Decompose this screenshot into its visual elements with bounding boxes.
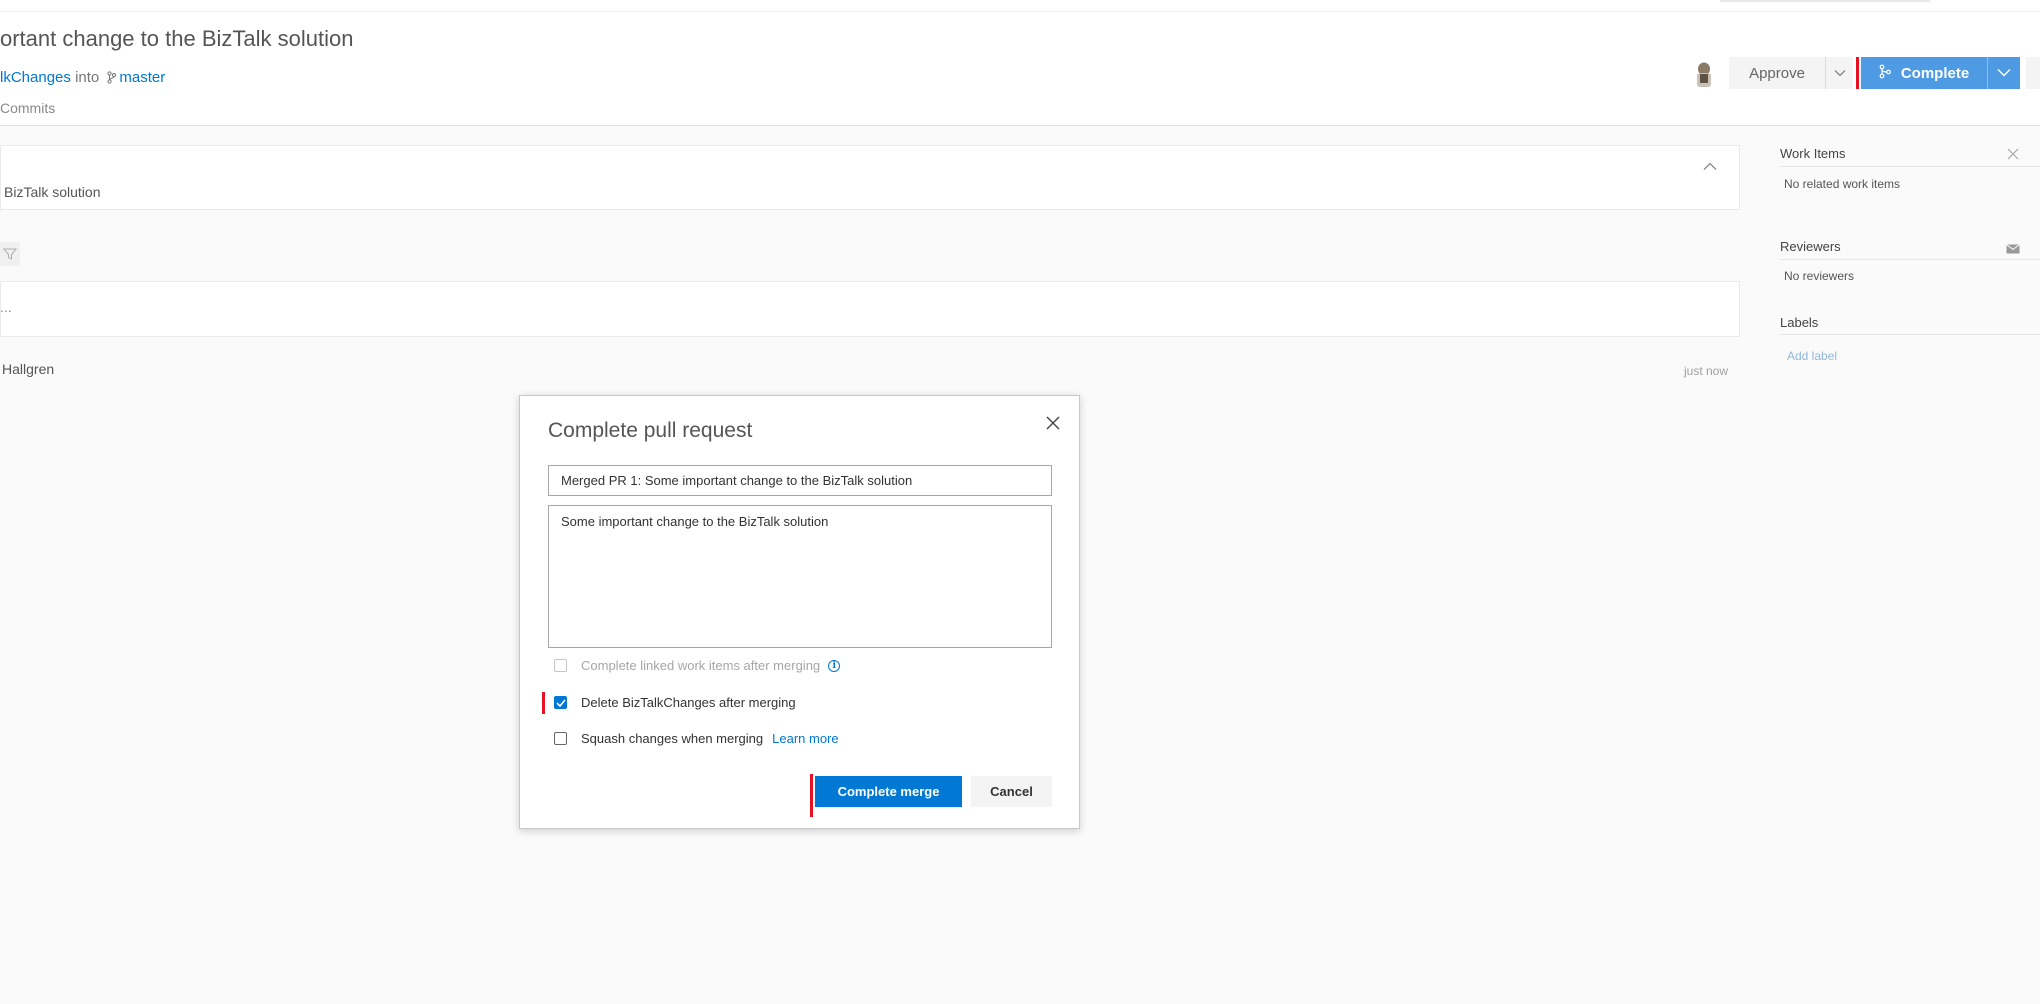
branch-icon xyxy=(107,71,117,88)
delete-branch-checkbox[interactable] xyxy=(554,696,567,709)
highlight-marker xyxy=(810,774,813,817)
delete-branch-label: Delete BizTalkChanges after merging xyxy=(581,695,796,710)
into-label: into xyxy=(75,69,100,86)
reviewers-empty: No reviewers xyxy=(1784,269,1855,283)
chevron-down-icon xyxy=(1997,64,2011,82)
complete-dropdown-button[interactable] xyxy=(1987,57,2020,89)
checkmark-icon xyxy=(555,698,566,707)
squash-option: Squash changes when merging Learn more xyxy=(554,731,839,746)
close-button[interactable] xyxy=(1043,415,1063,435)
squash-checkbox[interactable] xyxy=(554,732,567,745)
merge-title-input[interactable]: Merged PR 1: Some important change to th… xyxy=(548,465,1052,496)
top-divider xyxy=(0,11,2040,12)
close-icon xyxy=(1046,416,1060,435)
source-branch-link[interactable]: lkChanges xyxy=(0,69,71,86)
approve-dropdown-button[interactable] xyxy=(1825,57,1853,89)
target-branch-link[interactable]: master xyxy=(119,69,165,86)
highlight-marker xyxy=(1856,57,1859,89)
comment-placeholder: ... xyxy=(0,299,12,315)
comment-timestamp: just now xyxy=(1684,364,1729,378)
complete-button[interactable]: Complete xyxy=(1861,57,1987,89)
labels-heading: Labels xyxy=(1780,315,1819,330)
squash-label: Squash changes when merging xyxy=(581,731,764,746)
labels-divider xyxy=(1780,334,2040,335)
reviewers-divider xyxy=(1780,259,2040,260)
top-toolbar-edge xyxy=(1720,0,1930,2)
close-icon[interactable] xyxy=(2007,147,2019,165)
branch-icon xyxy=(1879,64,1891,83)
avatar[interactable] xyxy=(1693,60,1715,88)
learn-more-link[interactable]: Learn more xyxy=(772,731,838,746)
add-label-link[interactable]: Add label xyxy=(1787,349,1837,363)
work-items-heading: Work Items xyxy=(1780,146,1846,161)
delete-branch-option: Delete BizTalkChanges after merging xyxy=(554,695,796,710)
filter-icon[interactable] xyxy=(0,242,20,266)
reviewers-heading: Reviewers xyxy=(1780,239,1841,254)
dialog-title: Complete pull request xyxy=(548,419,753,442)
complete-button-label: Complete xyxy=(1900,64,1970,82)
description-card xyxy=(0,145,1740,210)
info-icon[interactable]: i xyxy=(828,659,841,672)
complete-work-items-checkbox[interactable] xyxy=(554,659,567,672)
complete-work-items-label: Complete linked work items after merging xyxy=(581,658,821,673)
comment-input[interactable] xyxy=(0,281,1740,337)
chevron-down-icon xyxy=(1834,64,1846,82)
work-items-divider xyxy=(1780,166,2040,167)
chevron-up-icon[interactable] xyxy=(1703,158,1717,176)
complete-work-items-option: Complete linked work items after merging… xyxy=(554,658,841,673)
comment-author: Hallgren xyxy=(2,361,55,377)
tab-commits[interactable]: Commits xyxy=(0,100,55,116)
work-items-empty: No related work items xyxy=(1784,177,1901,191)
complete-merge-button[interactable]: Complete merge xyxy=(815,776,962,807)
mail-icon[interactable] xyxy=(2006,241,2020,259)
pr-title: ortant change to the BizTalk solution xyxy=(0,26,354,51)
highlight-marker xyxy=(542,692,545,714)
description-text: BizTalk solution xyxy=(4,184,101,200)
merge-description-input[interactable]: Some important change to the BizTalk sol… xyxy=(548,505,1052,648)
branch-info: lkChanges into master xyxy=(0,69,165,88)
more-actions-button[interactable] xyxy=(2026,57,2040,89)
approve-button[interactable]: Approve xyxy=(1729,57,1825,89)
cancel-button[interactable]: Cancel xyxy=(971,776,1052,807)
